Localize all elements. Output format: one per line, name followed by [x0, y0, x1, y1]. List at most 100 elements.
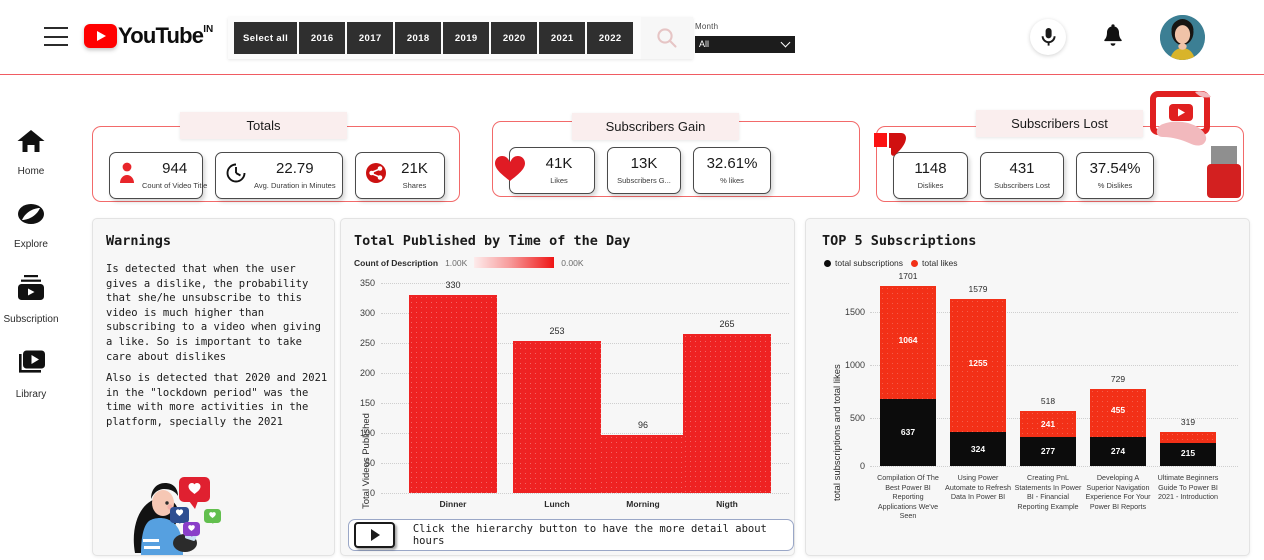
- sidebar-item-library[interactable]: Library: [0, 349, 62, 400]
- kpi-label: Shares: [402, 180, 427, 190]
- kpi-label: Dislikes: [917, 180, 944, 190]
- notification-bell-icon: [1104, 24, 1122, 46]
- bar-plot-area: 330 253 96 265 Dinner Lunch Morning Nigt…: [341, 219, 796, 557]
- year-button-2016[interactable]: 2016: [299, 22, 346, 54]
- year-button-2017[interactable]: 2017: [347, 22, 394, 54]
- year-button-2020[interactable]: 2020: [491, 22, 538, 54]
- stack-total-5: 319: [1180, 417, 1196, 427]
- youtube-play-icon: [84, 24, 117, 48]
- hierarchy-hint-text: Click the hierarchy button to have the m…: [412, 523, 767, 547]
- kpi-label: Subscribers G...: [617, 175, 671, 185]
- bar-value-dinner: 330: [445, 280, 461, 290]
- stacked-plot-area: 637 1064 1701 324 1255 1579 277 241 518 …: [806, 219, 1251, 557]
- kpi-label: Count of Video Title: [142, 180, 208, 190]
- hand-holding-phone-illustration: [1145, 90, 1255, 202]
- kpi-card-shares[interactable]: 21K Shares: [355, 151, 445, 199]
- youtube-logo[interactable]: YouTube IN: [84, 24, 213, 48]
- hierarchy-hint-bar: Click the hierarchy button to have the m…: [348, 519, 794, 551]
- kpi-card-count-of-video-title[interactable]: 944 Count of Video Title: [109, 151, 207, 199]
- kpi-label: Avg. Duration in Minutes: [254, 180, 336, 190]
- month-filter-label: Month: [695, 22, 719, 31]
- notifications-button[interactable]: [1097, 21, 1129, 53]
- time-of-day-chart-panel: Total Published by Time of the Day Count…: [340, 218, 795, 556]
- kpi-value: 32.61%: [706, 154, 758, 172]
- bar-nigth[interactable]: [683, 334, 771, 493]
- bar-value-lunch: 253: [549, 326, 565, 336]
- hamburger-bar: [44, 44, 68, 46]
- kpi-value: 21K: [401, 159, 428, 177]
- avatar[interactable]: [1160, 15, 1205, 60]
- voice-search-button[interactable]: [1030, 19, 1066, 55]
- hierarchy-play-button[interactable]: [354, 522, 395, 548]
- kpi-card-percent-dislikes[interactable]: 37.54% % Dislikes: [1076, 151, 1154, 199]
- kpi-text-block: 944 Count of Video Title: [142, 159, 208, 190]
- segment-value-subscriptions-2: 324: [970, 444, 986, 454]
- kpi-value: 22.79: [276, 159, 314, 177]
- left-sidebar: Home Explore Subscription Library: [0, 76, 62, 556]
- warnings-paragraph-2: Also is detected that 2020 and 2021 in t…: [106, 372, 328, 428]
- sidebar-item-home[interactable]: Home: [0, 128, 62, 177]
- year-button-2019[interactable]: 2019: [443, 22, 490, 54]
- kpi-value: 1148: [914, 159, 947, 177]
- kpi-card-likes[interactable]: 41K Likes: [495, 146, 595, 194]
- app-header: YouTube IN Select all 2016 2017 2018 201…: [0, 0, 1264, 75]
- kpi-card-dislikes[interactable]: 1148 Dislikes: [874, 132, 968, 199]
- sidebar-item-subscription[interactable]: Subscription: [0, 274, 62, 325]
- bar-morning[interactable]: [599, 435, 687, 493]
- kpi-text-block: 37.54% % Dislikes: [1086, 159, 1144, 190]
- heart-icon: [493, 153, 527, 188]
- month-filter: Month All: [695, 22, 795, 53]
- x-label-video-2: Using Power Automate to Refresh Data In …: [945, 473, 1011, 502]
- person-icon: [119, 161, 135, 190]
- sidebar-label-library: Library: [15, 389, 47, 400]
- month-select[interactable]: All: [695, 35, 795, 53]
- stack-total-4: 729: [1110, 374, 1126, 384]
- kpi-value: 37.54%: [1089, 159, 1141, 177]
- x-label-video-1: Compilation Of The Best Power BI Reporti…: [877, 473, 939, 521]
- segment-value-likes-4: 455: [1110, 405, 1126, 415]
- thumbs-down-icon: [872, 131, 914, 176]
- bar-lunch[interactable]: [513, 341, 601, 493]
- kpi-label: Subscribers Lost: [994, 180, 1050, 190]
- hamburger-bar: [44, 35, 68, 38]
- kpi-value: 944: [162, 159, 188, 177]
- share-icon: [365, 162, 387, 189]
- bar-value-nigth: 265: [719, 319, 735, 329]
- kpi-value: 13K: [630, 154, 658, 172]
- brand-name: YouTube: [118, 23, 204, 48]
- hamburger-icon[interactable]: [44, 27, 68, 46]
- kpi-card-subscribers-lost[interactable]: 431 Subscribers Lost: [980, 151, 1064, 199]
- sidebar-label-explore: Explore: [14, 239, 48, 250]
- warnings-title: Warnings: [106, 233, 172, 249]
- user-avatar-image: [1160, 15, 1205, 60]
- magnifier-icon: [657, 28, 677, 48]
- kpi-label: % likes: [720, 175, 744, 185]
- year-filter-slicer: Select all 2016 2017 2018 2019 2020 2021…: [228, 17, 694, 59]
- year-button-2022[interactable]: 2022: [587, 22, 634, 54]
- kpi-text-block: 431 Subscribers Lost: [990, 160, 1054, 190]
- year-button-select-all[interactable]: Select all: [234, 22, 298, 54]
- stack-total-1: 1701: [898, 271, 918, 281]
- kpi-text-block: 41K Likes: [519, 155, 585, 185]
- segment-value-subscriptions-4: 274: [1110, 446, 1126, 456]
- segment-value-subscriptions-5: 215: [1180, 448, 1196, 458]
- segment-value-subscriptions-1: 637: [900, 427, 916, 437]
- search-button[interactable]: [641, 17, 694, 59]
- kpi-group-title-subscribers-gain: Subscribers Gain: [572, 113, 739, 140]
- segment-likes-5[interactable]: [1160, 432, 1216, 443]
- warnings-paragraph-1: Is detected that when the user gives a d…: [106, 263, 321, 363]
- segment-value-likes-2: 1255: [968, 358, 988, 368]
- kpi-card-avg-duration[interactable]: 22.79 Avg. Duration in Minutes: [215, 151, 343, 199]
- year-button-2021[interactable]: 2021: [539, 22, 586, 54]
- home-icon: [17, 130, 45, 152]
- bar-value-morning: 96: [637, 420, 648, 430]
- microphone-icon: [1041, 28, 1056, 46]
- kpi-card-subscribers-gained[interactable]: 13K Subscribers G...: [607, 146, 681, 194]
- x-tick-nigth: Nigth: [716, 499, 738, 509]
- kpi-text-block: 13K Subscribers G...: [617, 154, 671, 185]
- bar-dinner[interactable]: [409, 295, 497, 493]
- kpi-card-percent-likes[interactable]: 32.61% % likes: [693, 146, 771, 194]
- stack-total-3: 518: [1040, 396, 1056, 406]
- sidebar-item-explore[interactable]: Explore: [0, 201, 62, 250]
- year-button-2018[interactable]: 2018: [395, 22, 442, 54]
